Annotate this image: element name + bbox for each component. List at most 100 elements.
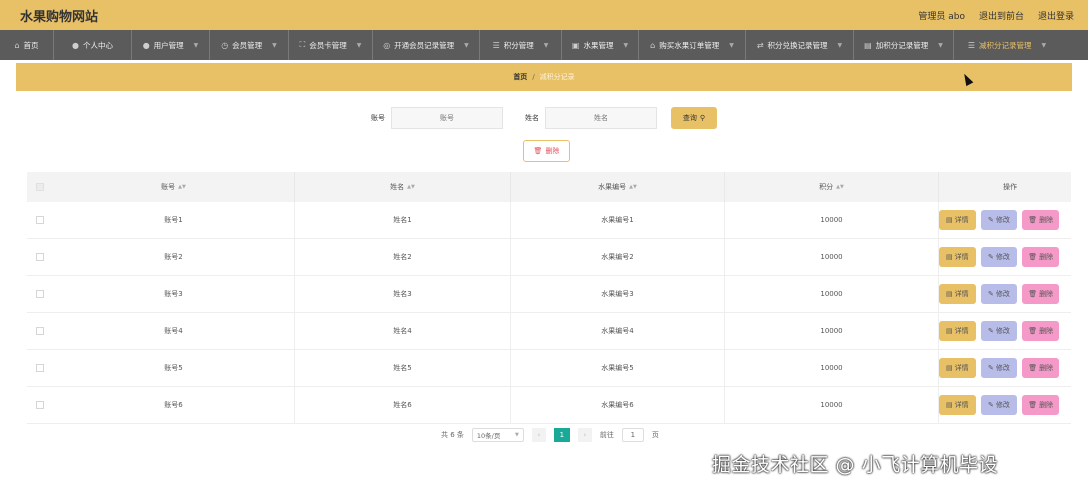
edit-button[interactable]: ✎ 修改 — [980, 358, 1018, 378]
detail-button[interactable]: ▤ 详情 — [938, 247, 976, 267]
chevron-down-icon: ▼ — [729, 41, 734, 49]
sort-icon: ▲▼ — [178, 184, 186, 190]
nav-item-member-cards[interactable]: ⛶ 会员卡管理 ▼ — [289, 30, 373, 60]
cell-points: 10000 — [725, 387, 939, 423]
nav-item-deduct-points[interactable]: ☰ 减积分记录管理 ▼ — [954, 30, 1060, 60]
cell-name: 姓名3 — [295, 276, 511, 312]
total-count: 共 6 条 — [441, 431, 464, 439]
query-button[interactable]: 查询 ⚲ — [671, 107, 717, 129]
row-checkbox[interactable] — [36, 364, 44, 372]
goto-label: 前往 — [599, 431, 614, 439]
goto-page-input[interactable]: 1 — [621, 428, 644, 442]
nav-item-membership-records[interactable]: ◎ 开通会员记录管理 ▼ — [373, 30, 480, 60]
nav-item-fruits[interactable]: ▣ 水果管理 ▼ — [562, 30, 639, 60]
cell-fruit-no: 水果编号6 — [511, 387, 725, 423]
next-page-button[interactable]: › — [577, 428, 592, 442]
cell-name: 姓名1 — [295, 202, 511, 238]
row-checkbox[interactable] — [36, 253, 44, 261]
breadcrumb-home[interactable]: 首页 — [513, 72, 527, 82]
row-checkbox[interactable] — [36, 401, 44, 409]
nav-item-members[interactable]: ◷ 会员管理 ▼ — [210, 30, 289, 60]
row-checkbox[interactable] — [36, 327, 44, 335]
delete-button[interactable]: 🗑︎ 删除 — [1022, 284, 1059, 304]
clock-icon: ◷ — [221, 40, 229, 50]
detail-button[interactable]: ▤ 详情 — [938, 210, 976, 230]
nav-item-label: 会员管理 — [232, 40, 263, 50]
delete-button[interactable]: 🗑︎ 删除 — [1022, 358, 1059, 378]
nav-item-label: 购买水果订单管理 — [659, 40, 720, 50]
column-header-points[interactable]: 积分 ▲▼ — [725, 172, 939, 202]
column-header-name[interactable]: 姓名 ▲▼ — [295, 172, 511, 202]
cell-name: 姓名2 — [295, 239, 511, 275]
delete-button[interactable]: 🗑︎ 删除 — [1022, 395, 1059, 415]
trash-icon: 🗑︎ — [1028, 327, 1038, 335]
table-row: 账号2 姓名2 水果编号2 10000 ▤ 详情 ✎ 修改 🗑︎ 删除 — [27, 239, 1071, 276]
trash-icon: 🗑︎ — [1028, 401, 1038, 409]
cell-fruit-no: 水果编号4 — [511, 313, 725, 349]
edit-button[interactable]: ✎ 修改 — [980, 395, 1018, 415]
edit-button[interactable]: ✎ 修改 — [980, 321, 1018, 341]
delete-label: 删除 — [1039, 253, 1054, 261]
detail-button[interactable]: ▤ 详情 — [938, 395, 976, 415]
nav-item-points[interactable]: ☰ 积分管理 ▼ — [480, 30, 562, 60]
user-icon: ● — [142, 40, 150, 50]
delete-button[interactable]: 🗑︎ 删除 — [1022, 210, 1059, 230]
select-all-checkbox[interactable] — [36, 183, 44, 191]
nav-item-users[interactable]: ● 用户管理 ▼ — [132, 30, 210, 60]
sort-icon: ▲▼ — [407, 184, 415, 190]
delete-button[interactable]: 🗑︎ 删除 — [1022, 247, 1059, 267]
list-icon: ☰ — [967, 40, 976, 50]
name-search-input[interactable] — [545, 107, 657, 129]
site-title: 水果购物网站 — [20, 9, 99, 25]
column-header-account[interactable]: 账号 ▲▼ — [53, 172, 295, 202]
nav-item-fruit-orders[interactable]: ⌂ 购买水果订单管理 ▼ — [639, 30, 746, 60]
page-size-value: 10条/页 — [476, 432, 501, 440]
detail-button[interactable]: ▤ 详情 — [938, 284, 976, 304]
batch-delete-button[interactable]: 🗑︎ 删除 — [523, 140, 570, 162]
breadcrumb-current: 减积分记录 — [539, 73, 575, 81]
detail-label: 详情 — [954, 364, 969, 372]
nav-item-profile[interactable]: ● 个人中心 — [54, 30, 132, 60]
edit-icon: ✎ — [988, 216, 994, 224]
edit-button[interactable]: ✎ 修改 — [980, 210, 1018, 230]
watermark: 掘金技术社区 @ 小飞计算机毕设 — [712, 454, 999, 476]
delete-label: 删除 — [1039, 364, 1054, 372]
row-checkbox[interactable] — [36, 216, 44, 224]
header-user-area: 管理员 abo 退出到前台 退出登录 — [918, 9, 1074, 22]
account-search-input[interactable] — [391, 107, 503, 129]
nav-item-label: 会员卡管理 — [309, 40, 347, 50]
logout-link[interactable]: 退出登录 — [1038, 9, 1074, 22]
chevron-down-icon: ▼ — [938, 41, 943, 49]
trash-icon: 🗑︎ — [533, 147, 543, 155]
detail-label: 详情 — [954, 327, 969, 335]
cell-fruit-no: 水果编号3 — [511, 276, 725, 312]
nav-item-label: 水果管理 — [583, 40, 614, 50]
nav-item-add-points[interactable]: ▤ 加积分记录管理 ▼ — [854, 30, 954, 60]
pagination: 共 6 条 10条/页 ▼ ‹ 1 › 前往 1 页 — [441, 428, 659, 442]
detail-button[interactable]: ▤ 详情 — [938, 321, 976, 341]
nav-item-points-exchange[interactable]: ⇄ 积分兑换记录管理 ▼ — [746, 30, 854, 60]
nav-item-label: 开通会员记录管理 — [394, 40, 455, 50]
page-number[interactable]: 1 — [553, 428, 570, 442]
row-checkbox[interactable] — [36, 290, 44, 298]
detail-button[interactable]: ▤ 详情 — [938, 358, 976, 378]
nav-item-label: 减积分记录管理 — [979, 40, 1032, 50]
nav-item-home[interactable]: ⌂ 首页 — [0, 30, 54, 60]
trash-icon: 🗑︎ — [1028, 290, 1038, 298]
header-label: 水果编号 — [598, 183, 627, 191]
edit-label: 修改 — [995, 216, 1010, 224]
nav-item-label: 积分管理 — [503, 40, 534, 50]
search-form: 账号 姓名 查询 ⚲ — [0, 107, 1088, 129]
back-to-front-link[interactable]: 退出到前台 — [979, 9, 1024, 22]
chevron-left-icon: ‹ — [537, 431, 541, 439]
detail-label: 详情 — [954, 401, 969, 409]
table-row: 账号3 姓名3 水果编号3 10000 ▤ 详情 ✎ 修改 🗑︎ 删除 — [27, 276, 1071, 313]
edit-button[interactable]: ✎ 修改 — [980, 284, 1018, 304]
page-size-select[interactable]: 10条/页 ▼ — [471, 428, 524, 442]
cell-account: 账号3 — [53, 276, 295, 312]
delete-button[interactable]: 🗑︎ 删除 — [1022, 321, 1059, 341]
column-header-fruit-no[interactable]: 水果编号 ▲▼ — [511, 172, 725, 202]
prev-page-button[interactable]: ‹ — [531, 428, 546, 442]
edit-button[interactable]: ✎ 修改 — [980, 247, 1018, 267]
home-icon: ⌂ — [14, 40, 20, 50]
